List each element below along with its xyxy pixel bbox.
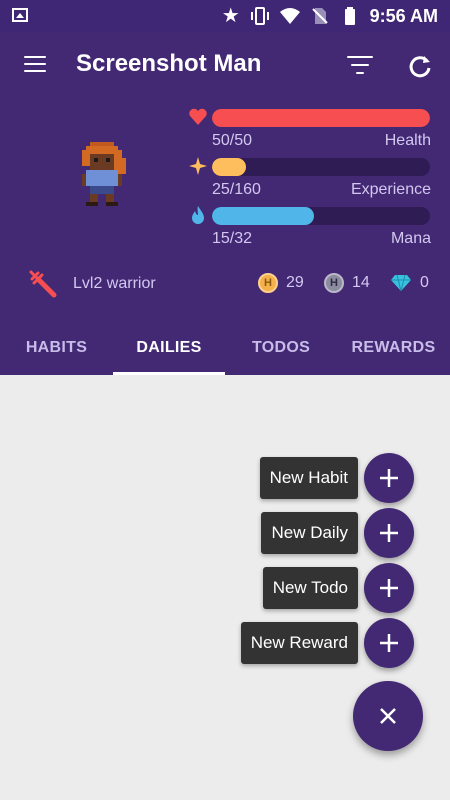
- plus-icon: [380, 579, 398, 597]
- no-sim-icon: [311, 8, 328, 24]
- new-daily-button[interactable]: [364, 508, 414, 558]
- tab-bar: HABITS DAILIES TODOS REWARDS: [0, 320, 450, 375]
- class-row: Lvl2 warrior H 29 H 14 0: [0, 267, 450, 303]
- experience-label: Experience: [350, 181, 431, 198]
- plus-icon: [380, 634, 398, 652]
- new-habit-label[interactable]: New Habit: [259, 457, 358, 499]
- status-time: 9:56 AM: [369, 5, 438, 26]
- battery-icon: [344, 7, 355, 25]
- star-icon: ★: [221, 5, 240, 27]
- fab-new-reward[interactable]: New Reward: [240, 618, 414, 668]
- flame-icon: [192, 206, 204, 224]
- tab-indicator: [113, 372, 225, 375]
- gold-coin-icon: H: [258, 273, 278, 293]
- health-label: Health: [384, 132, 431, 149]
- app-header: Screenshot Man 50/50 Health 25/160 Exper…: [0, 32, 450, 375]
- experience-bar: [212, 158, 430, 176]
- fab-close-button[interactable]: [353, 681, 423, 751]
- new-todo-label[interactable]: New Todo: [262, 567, 358, 609]
- gold-amount: 29: [286, 274, 304, 291]
- health-bar: [212, 109, 430, 127]
- heart-icon: [189, 108, 207, 125]
- status-bar: ★ 9:56 AM: [0, 0, 450, 32]
- new-reward-label[interactable]: New Reward: [240, 622, 358, 664]
- hourglass-coin-icon: H: [324, 273, 344, 293]
- fab-new-daily[interactable]: New Daily: [261, 508, 414, 558]
- tab-todos[interactable]: TODOS: [225, 320, 337, 375]
- mana-value: 15/32: [212, 230, 253, 247]
- gems-amount: 0: [420, 274, 429, 291]
- gold-currency: H 29: [258, 273, 304, 293]
- plus-icon: [380, 469, 398, 487]
- new-habit-button[interactable]: [364, 453, 414, 503]
- tab-dailies[interactable]: DAILIES: [113, 320, 225, 375]
- star-sparkle-icon: [189, 157, 207, 175]
- fab-new-todo[interactable]: New Todo: [262, 563, 414, 613]
- mana-label: Mana: [390, 230, 431, 247]
- filter-icon[interactable]: [347, 56, 373, 76]
- page-title: Screenshot Man: [76, 50, 262, 77]
- hourglass-amount: 14: [352, 274, 370, 291]
- tab-rewards[interactable]: REWARDS: [337, 320, 450, 375]
- menu-icon[interactable]: [24, 56, 46, 72]
- mana-bar: [212, 207, 430, 225]
- wifi-icon: [279, 8, 300, 24]
- new-todo-button[interactable]: [364, 563, 414, 613]
- plus-icon: [380, 524, 398, 542]
- new-daily-label[interactable]: New Daily: [261, 512, 358, 554]
- gem-icon: [391, 274, 411, 292]
- sword-icon: [29, 270, 57, 298]
- experience-value: 25/160: [212, 181, 261, 198]
- hourglass-currency: H 14: [324, 273, 370, 293]
- class-label: Lvl2 warrior: [73, 275, 156, 292]
- avatar[interactable]: [78, 142, 130, 206]
- refresh-icon[interactable]: [405, 52, 435, 82]
- vibrate-icon: [250, 7, 269, 25]
- gems-currency: 0: [390, 273, 429, 293]
- tab-habits[interactable]: HABITS: [0, 320, 113, 375]
- fab-new-habit[interactable]: New Habit: [259, 453, 414, 503]
- image-icon: [12, 8, 28, 22]
- close-icon: [380, 708, 396, 724]
- new-reward-button[interactable]: [364, 618, 414, 668]
- health-value: 50/50: [212, 132, 253, 149]
